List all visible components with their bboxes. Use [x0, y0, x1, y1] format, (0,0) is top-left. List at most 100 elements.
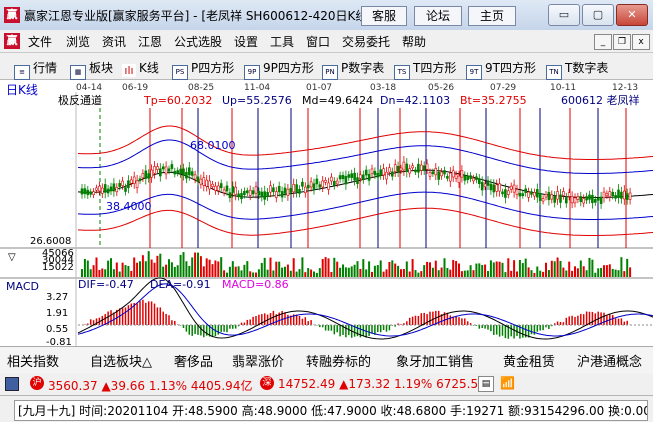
block-related-index[interactable]: 相关指数 — [7, 351, 59, 370]
grid-icon: ▦ — [70, 65, 86, 80]
candle-body — [217, 185, 220, 191]
volume-bar — [292, 258, 295, 277]
volume-bar — [513, 260, 516, 277]
md-value: Md=49.6424 — [302, 94, 373, 107]
volume-bar — [237, 266, 240, 277]
volume-bar — [246, 261, 249, 277]
candle-body — [324, 179, 327, 183]
forum-button[interactable]: 论坛 — [414, 6, 462, 26]
close-icon[interactable]: ✕ — [616, 4, 648, 26]
notes-icon[interactable]: ▤ — [478, 376, 494, 392]
tool-9t-square-label: 9T四方形 — [485, 61, 536, 75]
kefu-button[interactable]: 客服 — [361, 6, 407, 26]
candle-body — [480, 181, 484, 191]
tool-t-square-label: T四方形 — [413, 61, 457, 75]
signal-icon[interactable]: 📶 — [500, 376, 515, 390]
volume-bar — [423, 265, 426, 277]
block-hk-connect[interactable]: 沪港通概念 — [577, 351, 642, 370]
high-price-label: 68.0100 — [190, 139, 236, 152]
tool-9t-square[interactable]: 9T 9T四方形 — [466, 59, 536, 80]
volume-bar — [620, 257, 623, 277]
mdi-close-icon[interactable]: x — [632, 34, 650, 50]
menu-settings[interactable]: 设置 — [234, 33, 258, 50]
block-luxury[interactable]: 奢侈品 — [174, 351, 213, 370]
candle-body — [182, 168, 185, 176]
menu-gann[interactable]: 江恩 — [138, 33, 162, 50]
candle-body — [402, 161, 406, 171]
menu-formula[interactable]: 公式选股 — [174, 33, 222, 50]
volume-bar — [275, 261, 278, 277]
volume-bar — [426, 261, 429, 277]
block-ivory[interactable]: 象牙加工销售 — [396, 351, 474, 370]
tool-p-square[interactable]: PS P四方形 — [172, 59, 234, 80]
menu-browse[interactable]: 浏览 — [66, 33, 90, 50]
candle-body — [321, 180, 325, 188]
calculator-icon[interactable] — [5, 377, 19, 391]
volume-bar — [217, 261, 220, 277]
sz-pct: 1.19% — [394, 377, 433, 391]
candle-body — [234, 186, 237, 195]
block-gold-lease[interactable]: 黄金租赁 — [503, 351, 555, 370]
volume-bar — [533, 272, 536, 277]
volume-bar — [231, 261, 234, 277]
volume-bar — [385, 269, 388, 277]
candle-body — [373, 170, 377, 176]
kline-chart[interactable]: 日K线 04-14 06-19 08-25 11-04 01-07 03-18 05-26 0… — [0, 80, 653, 348]
volume-bar — [313, 271, 315, 277]
mdi-minimize-icon[interactable]: _ — [594, 34, 612, 50]
menu-window[interactable]: 窗口 — [306, 33, 330, 50]
volume-bar — [455, 260, 458, 277]
tool-t-table[interactable]: TN T数字表 — [546, 59, 608, 80]
volume-bar — [376, 265, 379, 277]
volume-bar — [501, 262, 504, 277]
volume-bar — [481, 264, 484, 277]
homepage-button[interactable]: 主页 — [468, 6, 516, 26]
volume-bar — [443, 258, 446, 277]
candle-body — [109, 186, 113, 192]
menu-trade[interactable]: 交易委托 — [342, 33, 390, 50]
candle-body — [501, 191, 504, 195]
volume-bar — [255, 272, 257, 277]
menu-help[interactable]: 帮助 — [402, 33, 426, 50]
candle-body — [448, 172, 452, 182]
menu-tools[interactable]: 工具 — [270, 33, 294, 50]
sz-index-value[interactable]: 14752.49 ▲173.32 1.19% 6725.57 — [278, 377, 486, 391]
candle-body — [135, 180, 139, 189]
block-custom[interactable]: 自选板块△ — [90, 351, 152, 370]
sh-index-badge[interactable]: 沪 — [30, 376, 44, 390]
title-bar: 赢 赢家江恩专业版[赢家服务平台] - [老凤祥 SH600612-420日K线… — [0, 0, 653, 31]
candle-body — [437, 171, 441, 180]
candle-body — [405, 163, 409, 172]
volume-bar — [252, 272, 255, 277]
block-jade[interactable]: 翡翠涨价 — [232, 351, 284, 370]
tool-t-square[interactable]: TS T四方形 — [394, 59, 456, 80]
sz-index-badge[interactable]: 深 — [260, 376, 274, 390]
tool-quote[interactable]: ≡ 行情 — [14, 59, 57, 80]
tool-p-table[interactable]: PN P数字表 — [322, 59, 384, 80]
minimize-icon[interactable]: ▭ — [548, 4, 580, 26]
menu-file[interactable]: 文件 — [28, 33, 52, 50]
volume-bar — [197, 252, 199, 277]
volume-bar — [147, 251, 150, 277]
toggle-arrow-icon[interactable]: ▽ — [8, 252, 16, 263]
kline-chart-area[interactable]: 日K线 04-14 06-19 08-25 11-04 01-07 03-18 05-26 0… — [0, 80, 653, 348]
volume-bar — [556, 257, 559, 277]
candle-body — [219, 183, 223, 189]
volume-bar — [588, 257, 591, 277]
volume-bar — [597, 268, 600, 277]
block-margin[interactable]: 转融券标的 — [306, 351, 371, 370]
menu-info[interactable]: 资讯 — [102, 33, 126, 50]
tool-kline[interactable]: ılı K线 — [122, 59, 159, 77]
volume-bar — [368, 261, 371, 277]
volume-bar — [301, 257, 304, 277]
sh-index-value[interactable]: 3560.37 ▲39.66 1.13% 4405.94亿 — [48, 377, 252, 394]
volume-bar — [234, 266, 237, 277]
candle-body — [228, 192, 232, 199]
mdi-restore-icon[interactable]: ❐ — [613, 34, 631, 50]
volume-bar — [469, 265, 472, 277]
candle-body — [544, 194, 548, 198]
maximize-icon[interactable]: ▢ — [582, 4, 614, 26]
sz-change: ▲173.32 — [339, 377, 391, 391]
tool-sector[interactable]: ▦ 板块 — [70, 59, 113, 80]
tool-9p-square[interactable]: 9P 9P四方形 — [244, 59, 314, 80]
